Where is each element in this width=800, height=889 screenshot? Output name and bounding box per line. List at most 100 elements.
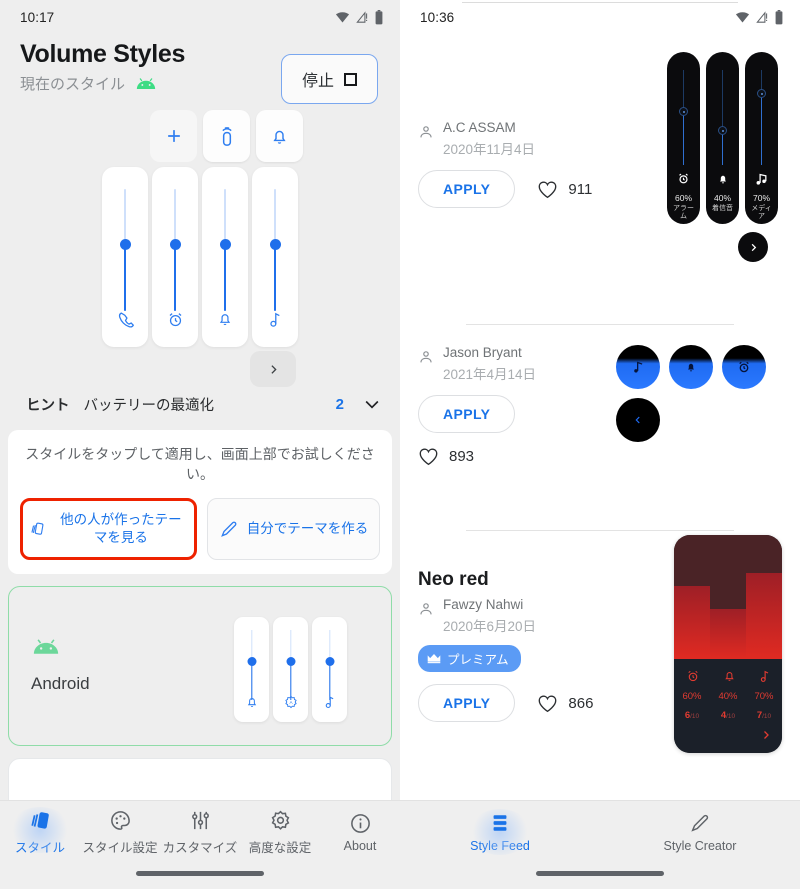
header-text-group: Volume Styles 現在のスタイル bbox=[20, 40, 185, 94]
nav-label: About bbox=[343, 839, 377, 853]
channel-denominator: /10 bbox=[762, 713, 772, 720]
style-card-sliders: A bbox=[234, 617, 347, 723]
hint-header-row[interactable]: ヒント バッテリーの最適化 2 bbox=[0, 382, 400, 426]
style-preview-dark-pills[interactable]: 60% アラーム 40% 着信音 70% メディア bbox=[667, 52, 778, 224]
neo-fraction-row: 6/10 4/10 7/10 bbox=[674, 702, 782, 721]
slider-column[interactable] bbox=[202, 167, 248, 347]
preview-next-button[interactable] bbox=[738, 232, 768, 262]
home-indicator[interactable] bbox=[136, 871, 264, 876]
alarm-icon bbox=[167, 311, 184, 333]
ringer-mode-button[interactable] bbox=[203, 110, 250, 162]
neo-percent-row: 60% 40% 70% bbox=[674, 683, 782, 702]
feed-item[interactable]: Neo red Fawzy Nahwi 2020年6月20日 プレミアム APP… bbox=[400, 531, 800, 801]
hint-actions: 他の人が作ったテーマを見る 自分でテーマを作る bbox=[20, 498, 380, 561]
chevron-right-icon bbox=[764, 731, 769, 739]
nav-label: 高度な設定 bbox=[248, 840, 312, 855]
nav-item-style-settings[interactable]: スタイル設定 bbox=[80, 809, 160, 856]
stop-button[interactable]: 停止 bbox=[280, 54, 378, 104]
left-screen: 10:17 Volume Styles 現在のスタイル 停止 ヒント バッテリー… bbox=[0, 0, 400, 889]
preview-channel: 70% メディア bbox=[745, 52, 778, 224]
home-indicator[interactable] bbox=[536, 871, 664, 876]
author-name: Fawzy Nahwi bbox=[443, 597, 524, 612]
style-card-name: Android bbox=[31, 674, 90, 694]
alarm-icon bbox=[677, 172, 690, 190]
feed-item[interactable]: A.C ASSAM 2020年11月4日 APPLY 911 60% アラーム … bbox=[400, 34, 800, 324]
author-info: A.C ASSAM 2020年11月4日 bbox=[443, 120, 535, 158]
like-group[interactable]: 866 bbox=[537, 694, 593, 713]
preview-next-button[interactable] bbox=[760, 728, 772, 746]
channel-denominator: /10 bbox=[690, 713, 700, 720]
preview-channel bbox=[616, 345, 660, 389]
volume-panel-preview bbox=[0, 110, 400, 387]
music-icon bbox=[760, 670, 768, 682]
preview-circle-row bbox=[616, 345, 776, 389]
hint-card: スタイルをタップして適用し、画面上部でお試しください。 他の人が作ったテーマを見… bbox=[8, 430, 392, 575]
like-group[interactable]: 893 bbox=[418, 447, 782, 466]
music-icon bbox=[633, 361, 642, 373]
person-icon bbox=[420, 603, 432, 615]
dual-screenshot: 10:17 Volume Styles 現在のスタイル 停止 ヒント バッテリー… bbox=[0, 0, 800, 889]
current-style-subtitle: 現在のスタイル bbox=[20, 73, 185, 94]
signal-warning-icon bbox=[356, 10, 368, 23]
alarm-icon bbox=[739, 361, 749, 373]
hint-count-badge: 2 bbox=[335, 395, 344, 413]
channel-label: メディア bbox=[751, 205, 772, 221]
channel-percent: 40% bbox=[713, 193, 731, 203]
bell-icon bbox=[724, 672, 734, 681]
like-group[interactable]: 911 bbox=[537, 180, 592, 199]
nav-item-advanced[interactable]: 高度な設定 bbox=[240, 809, 320, 856]
status-time: 10:17 bbox=[20, 9, 55, 25]
nav-item-styles[interactable]: スタイル bbox=[0, 806, 80, 856]
status-icons bbox=[735, 9, 784, 25]
right-bottom-nav: Style Feed Style Creator bbox=[400, 800, 800, 889]
nav-item-customize[interactable]: カスタマイズ bbox=[160, 809, 240, 856]
slider-column[interactable] bbox=[252, 167, 298, 347]
heart-icon bbox=[538, 181, 557, 198]
like-count: 866 bbox=[568, 694, 594, 712]
top-divider bbox=[462, 2, 738, 3]
apply-button[interactable]: APPLY bbox=[418, 170, 516, 208]
feed-icon bbox=[489, 811, 511, 835]
expand-sliders-button[interactable] bbox=[250, 351, 296, 387]
create-own-theme-button[interactable]: 自分でテーマを作る bbox=[207, 498, 380, 561]
style-preview-red-phone[interactable]: 60% 40% 70% 6/10 4/10 7/10 bbox=[674, 535, 782, 753]
browse-community-themes-button[interactable]: 他の人が作ったテーマを見る bbox=[20, 498, 197, 561]
music-icon bbox=[755, 172, 768, 191]
battery-icon bbox=[775, 9, 783, 24]
pencil-icon bbox=[220, 521, 237, 538]
hint-description: スタイルをタップして適用し、画面上部でお試しください。 bbox=[25, 446, 375, 482]
add-slider-button[interactable] bbox=[150, 110, 197, 162]
current-style-card[interactable]: Android A bbox=[8, 586, 392, 747]
chevron-right-icon bbox=[751, 243, 756, 251]
preview-channel bbox=[722, 345, 766, 389]
preview-back-button[interactable] bbox=[616, 398, 660, 442]
nav-item-about[interactable]: About bbox=[320, 811, 400, 853]
nav-label: スタイル設定 bbox=[82, 840, 158, 855]
nav-item-style-creator[interactable]: Style Creator bbox=[600, 811, 800, 853]
neo-icon-row bbox=[674, 659, 782, 683]
bell-icon bbox=[717, 172, 729, 191]
style-preview-blue-circles[interactable] bbox=[616, 345, 776, 442]
slider-column[interactable] bbox=[152, 167, 198, 347]
left-header: Volume Styles 現在のスタイル 停止 bbox=[0, 34, 400, 104]
bell-icon bbox=[217, 310, 233, 333]
apply-button[interactable]: APPLY bbox=[418, 395, 516, 433]
apply-button[interactable]: APPLY bbox=[418, 684, 516, 722]
palette-icon bbox=[109, 809, 132, 833]
chevron-down-icon[interactable] bbox=[362, 394, 382, 414]
nav-item-style-feed[interactable]: Style Feed bbox=[400, 809, 600, 855]
android-icon bbox=[136, 78, 156, 89]
right-status-bar: 10:36 bbox=[400, 0, 800, 34]
channel-label: 着信音 bbox=[712, 205, 733, 212]
feed-item[interactable]: Jason Bryant 2021年4月14日 APPLY 893 bbox=[400, 325, 800, 530]
channel-label: アラーム bbox=[673, 205, 694, 221]
author-date: 2020年6月20日 bbox=[443, 619, 537, 634]
nav-label: Style Creator bbox=[663, 839, 737, 853]
notification-mode-button[interactable] bbox=[256, 110, 303, 162]
left-bottom-nav: スタイル スタイル設定 カスタマイズ bbox=[0, 800, 400, 889]
status-icons bbox=[335, 9, 384, 25]
subtitle-label: 現在のスタイル bbox=[20, 76, 126, 93]
bell-icon bbox=[688, 363, 694, 372]
left-status-bar: 10:17 bbox=[0, 0, 400, 34]
slider-column[interactable] bbox=[102, 167, 148, 347]
